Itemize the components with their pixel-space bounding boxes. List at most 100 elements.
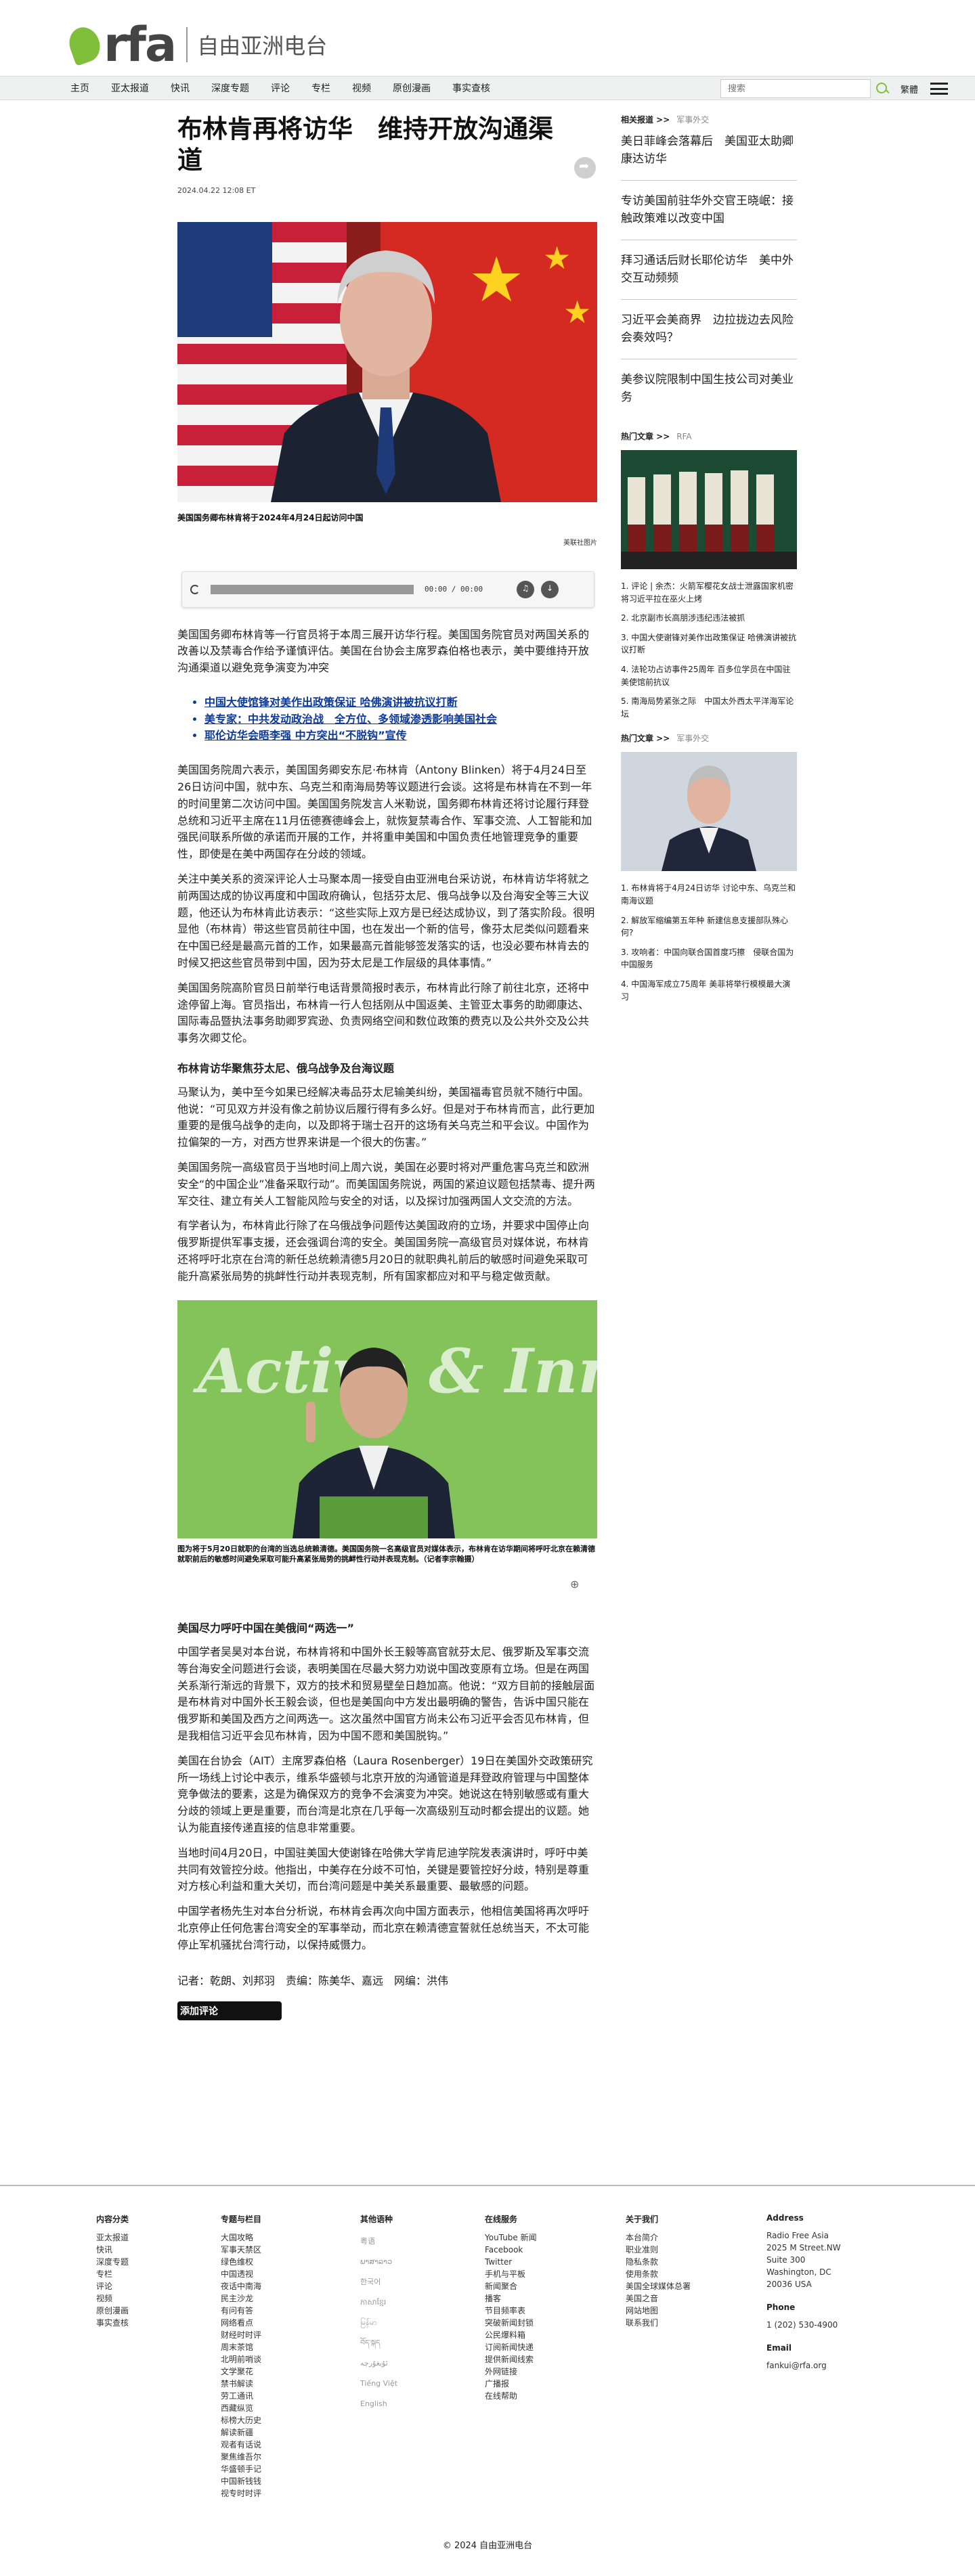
nav-item-cartoons[interactable]: 原创漫画 <box>393 81 431 95</box>
zoom-icon[interactable]: ⊕ <box>570 1576 597 1593</box>
footer-link[interactable]: 视专时时评 <box>221 2487 360 2500</box>
language-switch[interactable]: 繁體 <box>901 83 918 95</box>
hot-articles-heading[interactable]: 热门文章 >> RFA <box>621 430 797 442</box>
footer-link[interactable]: 本台简介 <box>626 2231 766 2244</box>
footer-link[interactable]: 中国透视 <box>221 2268 360 2280</box>
footer-link[interactable]: 财经时时评 <box>221 2329 360 2341</box>
related-report[interactable]: 拜习通话后财长耶伦访华 美中外交互动频频 <box>621 252 797 300</box>
footer-link[interactable]: 周末茶馆 <box>221 2341 360 2353</box>
footer-link[interactable]: 网站地图 <box>626 2305 766 2317</box>
language-link[interactable]: မြန်မာ <box>360 2313 485 2333</box>
nav-item-home[interactable]: 主页 <box>70 81 89 95</box>
rfa-logo[interactable]: rfa 自由亚洲电台 <box>64 19 975 70</box>
military-article[interactable]: 4. 中国海军成立75周年 美菲将举行模模最大演习 <box>621 978 797 1003</box>
footer-link[interactable]: Facebook <box>485 2244 626 2256</box>
replay-icon[interactable] <box>190 584 200 594</box>
blinken-thumbnail[interactable] <box>621 752 797 872</box>
footer-link[interactable]: 网络看点 <box>221 2317 360 2329</box>
inline-related-link[interactable]: 耶伦访华会晤李强 中方突出“不脱钩”宣传 <box>204 728 597 745</box>
footer-link[interactable]: 评论 <box>96 2280 221 2292</box>
footer-link[interactable]: 职业准则 <box>626 2244 766 2256</box>
language-link[interactable]: བོད་སྐད <box>360 2333 485 2353</box>
download-icon[interactable]: ↓ <box>541 580 559 598</box>
military-article[interactable]: 1. 布林肯将于4月24日访华 讨论中东、乌克兰和南海议题 <box>621 882 797 907</box>
footer-link[interactable]: 手机与平板 <box>485 2268 626 2280</box>
related-reports-heading[interactable]: 相关报道 >> 军事外交 <box>621 114 797 125</box>
footer-link[interactable]: 聚焦维吾尔 <box>221 2451 360 2463</box>
language-link[interactable]: 한국어 <box>360 2272 485 2292</box>
footer-link[interactable]: 绿色维权 <box>221 2256 360 2268</box>
footer-link[interactable]: 解读新疆 <box>221 2426 360 2439</box>
language-link[interactable]: English <box>360 2394 485 2414</box>
footer-link[interactable]: 广播报 <box>485 2378 626 2390</box>
military-article[interactable]: 2. 解放军缩编第五年种 新建信息支援部队殊心何? <box>621 914 797 939</box>
footer-link[interactable]: YouTube 新闻 <box>485 2231 626 2244</box>
nav-item-fact-check[interactable]: 事实查核 <box>452 81 490 95</box>
footer-link[interactable]: 事实查核 <box>96 2317 221 2329</box>
footer-link[interactable]: 专栏 <box>96 2268 221 2280</box>
footer-link[interactable]: 快讯 <box>96 2244 221 2256</box>
footer-link[interactable]: 视频 <box>96 2292 221 2305</box>
search-icon[interactable] <box>875 81 890 96</box>
email-address[interactable]: fankui@rfa.org <box>766 2359 875 2372</box>
footer-link[interactable]: 华盛顿手记 <box>221 2463 360 2475</box>
footer-link[interactable]: 有问有答 <box>221 2305 360 2317</box>
footer-link[interactable]: 观者有话说 <box>221 2439 360 2451</box>
footer-link[interactable]: 文学聚花 <box>221 2366 360 2378</box>
footer-link[interactable]: 外网链接 <box>485 2366 626 2378</box>
footer-link[interactable]: 大国攻略 <box>221 2231 360 2244</box>
search-input[interactable] <box>720 79 871 98</box>
footer-link[interactable]: 深度专题 <box>96 2256 221 2268</box>
footer-link[interactable]: 西藏纵览 <box>221 2402 360 2414</box>
add-comment-button[interactable]: 添加评论 <box>177 2001 282 2020</box>
footer-link[interactable]: 军事天禁区 <box>221 2244 360 2256</box>
hot-article[interactable]: 5. 南海局势紧张之际 中国太外西太平洋海军论坛 <box>621 695 797 720</box>
related-report[interactable]: 专访美国前驻华外交官王晓岷：接触政策难以改变中国 <box>621 193 797 240</box>
footer-link[interactable]: 北明前哨谈 <box>221 2353 360 2366</box>
hot-article[interactable]: 3. 中国大使谢锋对美作出政策保证 哈佛演讲被抗议打断 <box>621 631 797 657</box>
nav-item-news-flash[interactable]: 快讯 <box>171 81 190 95</box>
hamburger-menu-icon[interactable] <box>930 83 948 95</box>
footer-link[interactable]: 标榜大历史 <box>221 2414 360 2426</box>
footer-link[interactable]: 夜话中南海 <box>221 2280 360 2292</box>
language-link[interactable]: ئۇيغۇرچە <box>360 2353 485 2374</box>
military-article[interactable]: 3. 攻响者：中国向联合国首度巧擦 侵联合国为中国服务 <box>621 946 797 971</box>
footer-link[interactable]: 劳工通讯 <box>221 2390 360 2402</box>
footer-link[interactable]: 联系我们 <box>626 2317 766 2329</box>
language-link[interactable]: 粤语 <box>360 2231 485 2252</box>
military-diplomacy-heading[interactable]: 热门文章 >> 军事外交 <box>621 732 797 744</box>
phone-number[interactable]: 1 (202) 530-4900 <box>766 2319 875 2331</box>
footer-link[interactable]: 亚太报道 <box>96 2231 221 2244</box>
headphones-icon[interactable]: ♫ <box>517 580 535 598</box>
language-link[interactable]: ភាសាខ្មែរ <box>360 2292 485 2313</box>
hot-article[interactable]: 1. 评论 | 余杰：火箭军樱花女战士泄露国家机密 将习近平拉在巫火上烤 <box>621 580 797 605</box>
footer-link[interactable]: 禁书解读 <box>221 2378 360 2390</box>
footer-link[interactable]: 民主沙龙 <box>221 2292 360 2305</box>
footer-link[interactable]: Twitter <box>485 2256 626 2268</box>
language-link[interactable]: ພາສາລາວ <box>360 2252 485 2272</box>
footer-link[interactable]: 使用条款 <box>626 2268 766 2280</box>
footer-link[interactable]: 订阅新闻快递 <box>485 2341 626 2353</box>
footer-link[interactable]: 新闻聚合 <box>485 2280 626 2292</box>
nav-item-in-depth[interactable]: 深度专题 <box>211 81 249 95</box>
nav-item-commentary[interactable]: 评论 <box>271 81 290 95</box>
footer-link[interactable]: 隐私条款 <box>626 2256 766 2268</box>
footer-link[interactable]: 原创漫画 <box>96 2305 221 2317</box>
hot-article[interactable]: 4. 法轮功占访事件25周年 百多位学员在中国驻美使馆前抗议 <box>621 663 797 688</box>
nav-item-asia-pacific[interactable]: 亚太报道 <box>111 81 149 95</box>
related-report[interactable]: 美日菲峰会落幕后 美国亚太助卿康达访华 <box>621 133 797 181</box>
soldiers-thumbnail[interactable] <box>621 450 797 569</box>
footer-link[interactable]: 播客 <box>485 2292 626 2305</box>
related-report[interactable]: 习近平会美商界 边拉拢边去风险会奏效吗？ <box>621 312 797 359</box>
language-link[interactable]: Tiếng Việt <box>360 2374 485 2394</box>
footer-link[interactable]: 美国全球媒体总署 <box>626 2280 766 2292</box>
inline-related-link[interactable]: 美专家：中共发动政治战 全方位、多领域渗透影响美国社会 <box>204 711 597 728</box>
footer-link[interactable]: 提供新闻线索 <box>485 2353 626 2366</box>
audio-progress-bar[interactable] <box>211 584 414 594</box>
footer-link[interactable]: 公民爆料箱 <box>485 2329 626 2341</box>
nav-item-columns[interactable]: 专栏 <box>311 81 330 95</box>
footer-link[interactable]: 突破新闻封锁 <box>485 2317 626 2329</box>
footer-link[interactable]: 节目频率表 <box>485 2305 626 2317</box>
footer-link[interactable]: 中国新钱钱 <box>221 2475 360 2487</box>
share-icon[interactable] <box>574 157 596 179</box>
